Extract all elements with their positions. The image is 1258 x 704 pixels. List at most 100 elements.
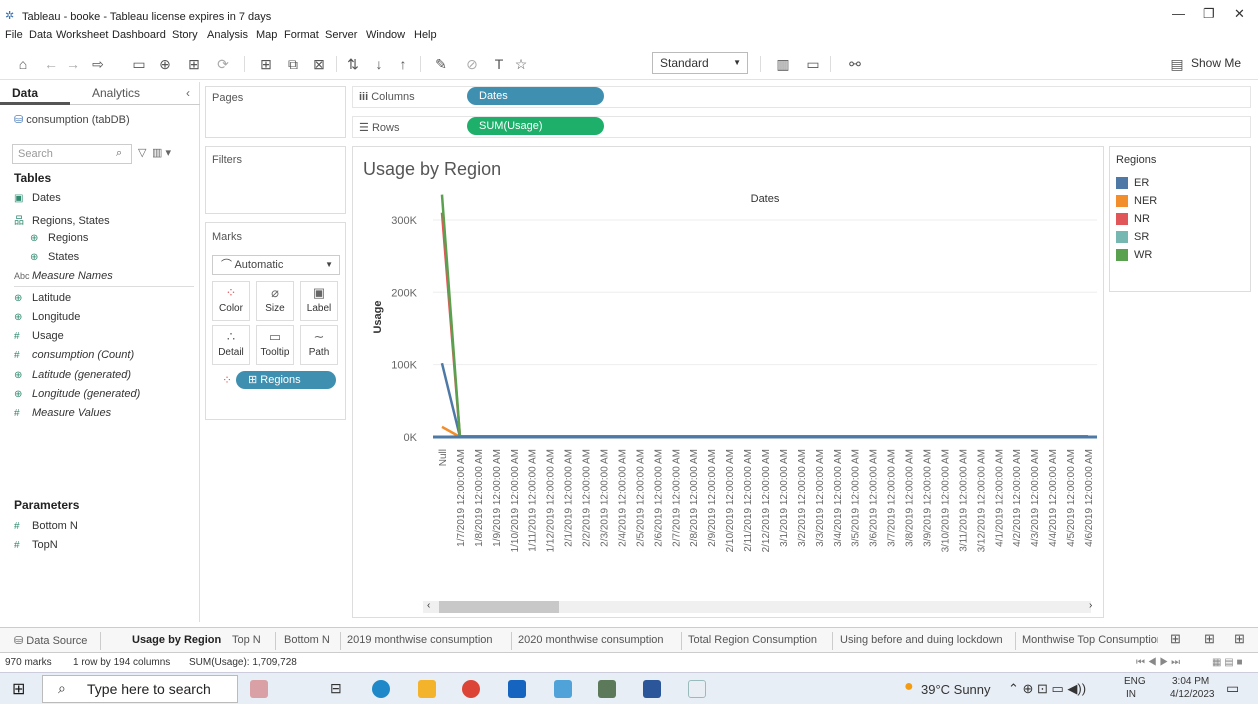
- sheet-navigation-icon[interactable]: ⏮ ◀ ▶ ⏭: [1136, 657, 1180, 668]
- view-mode-icon[interactable]: ▦ ▤ ■: [1212, 657, 1243, 668]
- scroll-left-icon[interactable]: ‹: [427, 600, 430, 611]
- presentation-icon[interactable]: ▭: [804, 54, 822, 74]
- restore-button[interactable]: ❐: [1203, 6, 1215, 22]
- tab-monthwise-top[interactable]: Monthwise Top Consumptior: [1022, 634, 1158, 646]
- new-worksheet-icon[interactable]: ⊞: [1170, 631, 1181, 647]
- scroll-right-icon[interactable]: ›: [1089, 600, 1092, 611]
- menu-analysis[interactable]: Analysis: [207, 29, 248, 41]
- horizontal-scrollbar[interactable]: [423, 601, 1091, 613]
- swap-icon[interactable]: ⇅: [344, 54, 362, 74]
- tab-bottom-n[interactable]: Bottom N: [284, 634, 330, 646]
- new-dashboard-icon[interactable]: ⊞: [1204, 631, 1215, 647]
- edge-icon[interactable]: [372, 680, 390, 698]
- field-item[interactable]: 品 Regions, States: [14, 212, 110, 227]
- menu-window[interactable]: Window: [366, 29, 405, 41]
- pause-updates-icon[interactable]: ⊞: [182, 54, 206, 74]
- line-chart[interactable]: Dates Usage 300K 200K 100K 0K Null 1/7/2019 12:…: [353, 147, 1105, 597]
- highlight-icon[interactable]: ✎: [428, 54, 454, 74]
- legend-item-ner[interactable]: NER: [1116, 195, 1157, 208]
- field-item[interactable]: # Measure Values: [14, 407, 111, 419]
- refresh-icon[interactable]: ⟳: [212, 54, 234, 74]
- tableau-taskbar-icon[interactable]: [688, 680, 706, 698]
- new-worksheet-icon[interactable]: ⊞: [252, 54, 280, 74]
- parameter-bottom-n[interactable]: # Bottom N: [14, 520, 78, 532]
- data-source-icon[interactable]: ⇨: [86, 54, 110, 74]
- detail-button[interactable]: ∴ Detail: [212, 325, 250, 365]
- menu-map[interactable]: Map: [256, 29, 277, 41]
- label-button[interactable]: ▣ Label: [300, 281, 338, 321]
- collapse-pane-icon[interactable]: ‹: [186, 86, 190, 100]
- usage-row-pill[interactable]: SUM(Usage): [467, 117, 604, 135]
- menu-data[interactable]: Data: [29, 29, 52, 41]
- tooltip-button[interactable]: ▭ Tooltip: [256, 325, 294, 365]
- field-item[interactable]: # Usage: [14, 330, 64, 342]
- duplicate-sheet-icon[interactable]: ⧉: [284, 54, 302, 74]
- taskbar-search[interactable]: Type here to search: [42, 675, 238, 703]
- menu-format[interactable]: Format: [284, 29, 319, 41]
- app-icon[interactable]: [598, 680, 616, 698]
- field-item[interactable]: ⊕ States: [30, 251, 79, 263]
- regions-color-pill[interactable]: ⊞ Regions: [236, 371, 336, 389]
- legend-item-er[interactable]: ER: [1116, 177, 1149, 190]
- search-input[interactable]: Search: [12, 144, 132, 164]
- menu-dashboard[interactable]: Dashboard: [112, 29, 166, 41]
- datasource-item[interactable]: ⛁ consumption (tabDB): [14, 113, 130, 126]
- sort-descending-icon[interactable]: ↑: [394, 54, 412, 74]
- tab-total-region[interactable]: Total Region Consumption: [688, 634, 817, 646]
- pages-card[interactable]: Pages: [205, 86, 346, 138]
- tab-top-n[interactable]: Top N: [232, 634, 261, 646]
- parameter-topn[interactable]: # TopN: [14, 539, 58, 551]
- task-view-icon[interactable]: ⊟: [330, 680, 342, 697]
- label-icon[interactable]: T: [488, 54, 510, 74]
- filter-icon[interactable]: ▽: [138, 146, 146, 159]
- sort-ascending-icon[interactable]: ↓: [370, 54, 388, 74]
- legend-item-wr[interactable]: WR: [1116, 249, 1152, 262]
- field-item[interactable]: ⊕ Regions: [30, 232, 88, 244]
- app-icon[interactable]: [554, 680, 572, 698]
- back-icon[interactable]: ←: [42, 54, 60, 74]
- menu-story[interactable]: Story: [172, 29, 198, 41]
- menu-worksheet[interactable]: Worksheet: [56, 29, 108, 41]
- field-item[interactable]: Abc Measure Names: [14, 270, 113, 282]
- new-datasource-icon[interactable]: ⊕: [156, 54, 174, 74]
- menu-server[interactable]: Server: [325, 29, 357, 41]
- tab-data-source[interactable]: ⛁ Data Source: [14, 634, 87, 647]
- scrollbar-thumb[interactable]: [439, 601, 559, 613]
- field-item[interactable]: ⊕ Longitude (generated): [14, 388, 140, 400]
- legend-item-nr[interactable]: NR: [1116, 213, 1150, 226]
- lang-primary[interactable]: ENG: [1124, 676, 1146, 687]
- tab-2019-monthwise[interactable]: 2019 monthwise consumption: [347, 634, 493, 646]
- size-button[interactable]: ⌀ Size: [256, 281, 294, 321]
- field-item[interactable]: ▣ Dates: [14, 192, 61, 204]
- home-icon[interactable]: ⌂: [14, 54, 32, 74]
- file-explorer-icon[interactable]: [418, 680, 436, 698]
- tab-data[interactable]: Data: [12, 86, 38, 100]
- show-cards-icon[interactable]: ▥: [768, 54, 798, 74]
- filters-card[interactable]: Filters: [205, 146, 346, 214]
- clock-date[interactable]: 4/12/2023: [1170, 689, 1215, 700]
- field-item[interactable]: ⊕ Longitude: [14, 311, 80, 323]
- menu-help[interactable]: Help: [414, 29, 437, 41]
- minimize-button[interactable]: —: [1172, 6, 1185, 21]
- show-me-button[interactable]: Show Me: [1191, 56, 1241, 70]
- clear-sheet-icon[interactable]: ⊠: [306, 54, 332, 74]
- mark-type-select[interactable]: ⌒ Automatic ▼: [212, 255, 340, 275]
- notification-icon[interactable]: ▭: [1226, 680, 1239, 697]
- new-story-icon[interactable]: ⊞: [1234, 631, 1245, 647]
- field-item[interactable]: # consumption (Count): [14, 349, 134, 361]
- tray-icons[interactable]: ⌃ ⊕ ⊡ ▭ ◀)): [1008, 681, 1086, 697]
- pin-icon[interactable]: ☆: [512, 54, 530, 74]
- group-icon[interactable]: ⊘: [460, 54, 484, 74]
- show-me-icon[interactable]: ▤: [1168, 54, 1186, 74]
- legend-item-sr[interactable]: SR: [1116, 231, 1149, 244]
- tab-lockdown[interactable]: Using before and duing lockdown: [840, 634, 1003, 646]
- path-button[interactable]: ∼ Path: [300, 325, 338, 365]
- tab-analytics[interactable]: Analytics: [92, 86, 140, 100]
- dates-column-pill[interactable]: Dates: [467, 87, 604, 105]
- view-options-icon[interactable]: ▥ ▾: [152, 146, 171, 159]
- menu-file[interactable]: File: [5, 29, 23, 41]
- color-button[interactable]: ⁘ Color: [212, 281, 250, 321]
- fit-select[interactable]: Standard ▼: [652, 52, 748, 74]
- tab-usage-by-region[interactable]: Usage by Region: [132, 634, 221, 646]
- chrome-icon[interactable]: [462, 680, 480, 698]
